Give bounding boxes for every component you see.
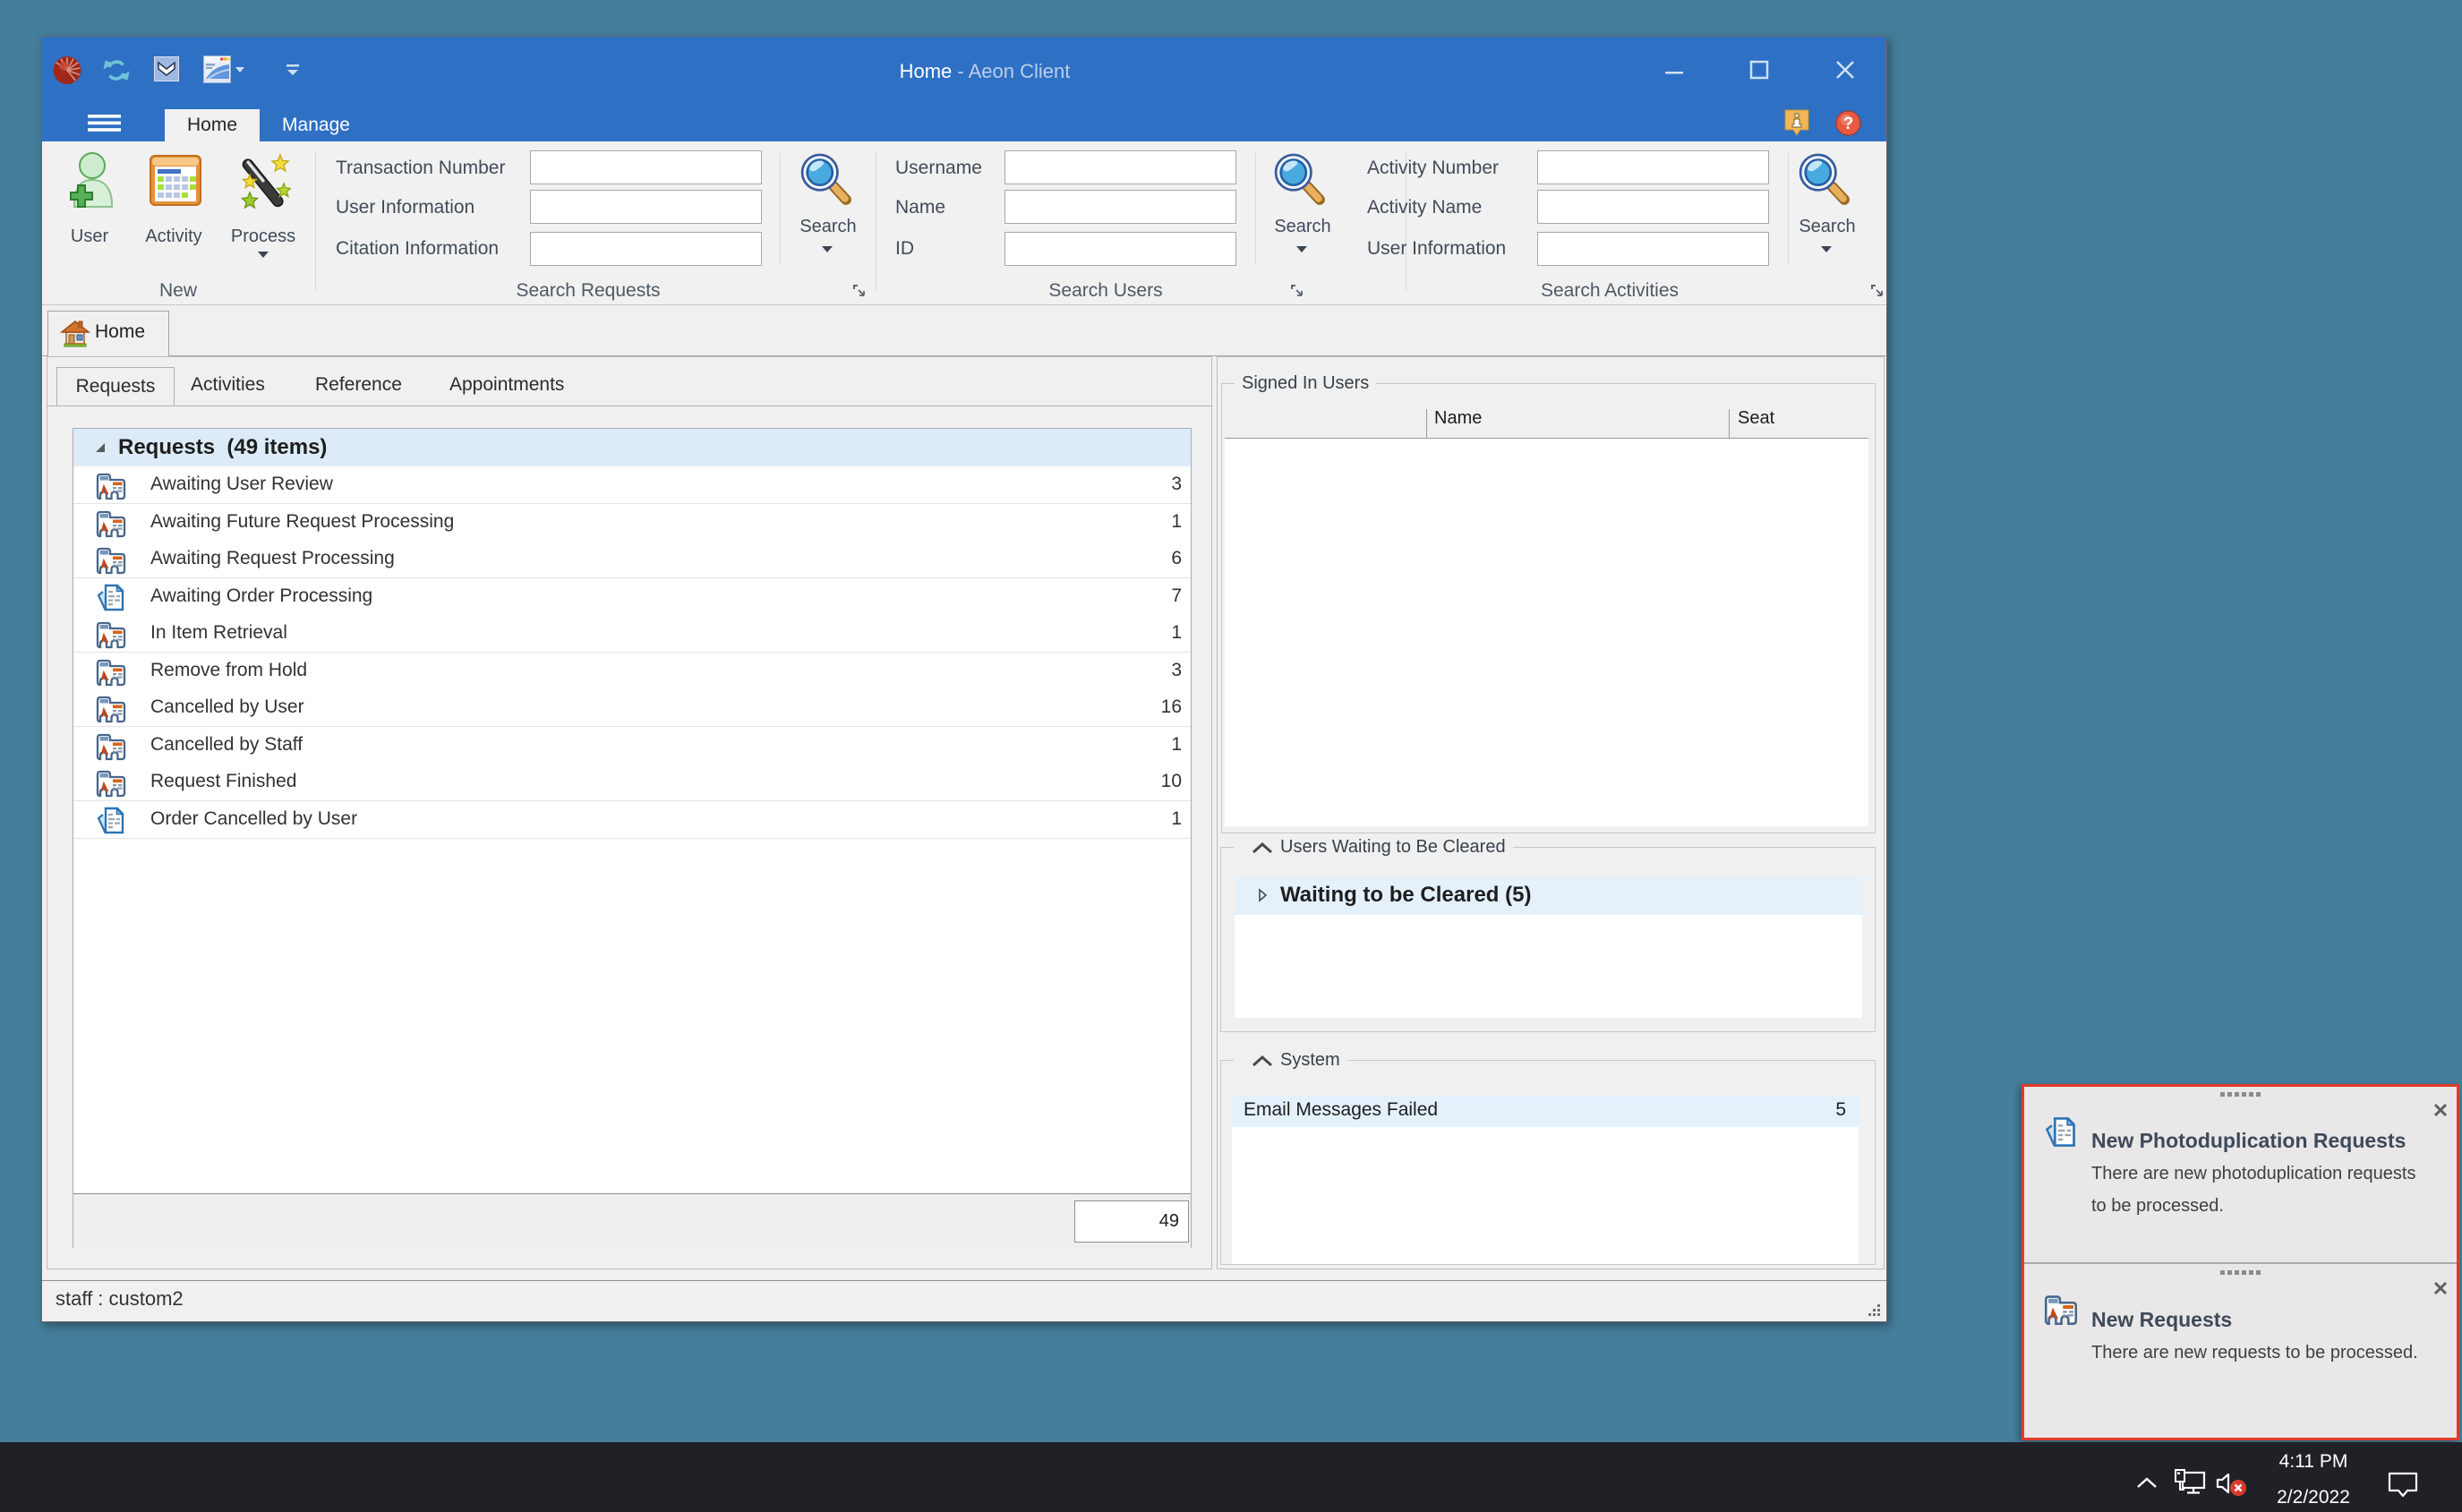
svg-text:?: ? <box>1843 115 1854 133</box>
